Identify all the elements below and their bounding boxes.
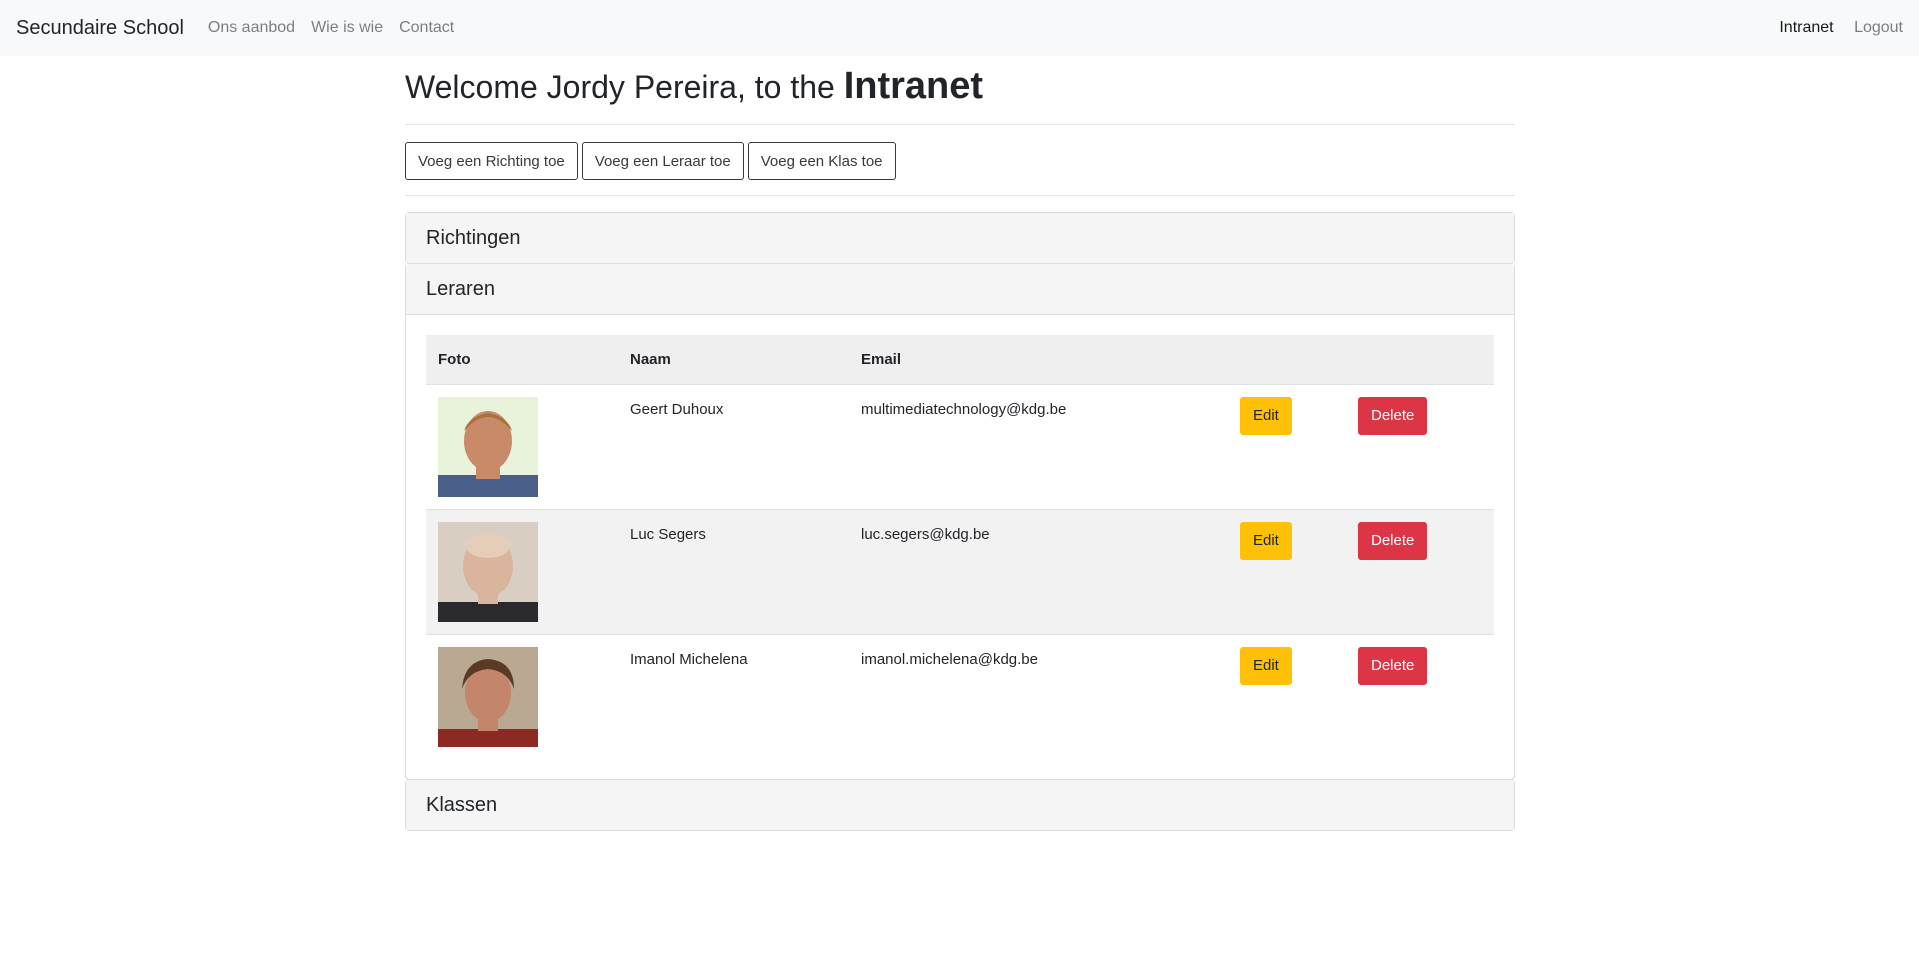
delete-button[interactable]: Delete [1358, 396, 1428, 435]
richtingen-panel: Richtingen [405, 212, 1515, 264]
welcome-text: Welcome Jordy Pereira, to the [405, 69, 844, 105]
add-richting-button[interactable]: Voeg een Richting toe [405, 142, 578, 180]
teacher-email: imanol.michelena@kdg.be [849, 633, 1228, 759]
brand-link[interactable]: Secundaire School [16, 17, 184, 40]
leraren-panel: Leraren Foto Naam Email Geert Duhoux mul… [405, 263, 1515, 780]
nav-contact[interactable]: Contact [399, 19, 454, 37]
edit-button[interactable]: Edit [1240, 396, 1292, 435]
top-navbar: Secundaire School Ons aanbod Wie is wie … [0, 0, 1919, 56]
main-container: Welcome Jordy Pereira, to the Intranet V… [405, 56, 1515, 831]
teacher-email: luc.segers@kdg.be [849, 508, 1228, 634]
richtingen-header[interactable]: Richtingen [406, 213, 1514, 263]
nav-intranet[interactable]: Intranet [1779, 19, 1833, 36]
table-row: Imanol Michelena imanol.michelena@kdg.be… [426, 633, 1494, 759]
add-klas-button[interactable]: Voeg een Klas toe [747, 142, 896, 180]
klassen-panel: Klassen [405, 779, 1515, 831]
teacher-name: Geert Duhoux [630, 400, 724, 418]
delete-button[interactable]: Delete [1358, 521, 1428, 560]
teacher-email: multimediatechnology@kdg.be [861, 400, 1067, 418]
teacher-photo [438, 396, 538, 497]
nav-ons-aanbod[interactable]: Ons aanbod [208, 19, 295, 37]
page-title: Welcome Jordy Pereira, to the Intranet [405, 62, 1515, 116]
teacher-name: Imanol Michelena [618, 633, 849, 759]
column-header-email: Email [849, 335, 1228, 385]
action-buttons: Voeg een Richting toe Voeg een Leraar to… [405, 125, 1515, 195]
nav-logout[interactable]: Logout [1854, 19, 1903, 36]
welcome-emphasis: Intranet [843, 65, 984, 107]
table-header-row: Foto Naam Email [426, 335, 1494, 385]
nav-wie-is-wie[interactable]: Wie is wie [311, 19, 383, 37]
add-leraar-button[interactable]: Voeg een Leraar toe [581, 142, 744, 180]
teacher-photo [438, 521, 538, 622]
column-header-naam: Naam [618, 335, 849, 385]
teacher-name: Luc Segers [618, 508, 849, 634]
teacher-photo [438, 646, 538, 747]
klassen-header[interactable]: Klassen [406, 780, 1514, 830]
leraren-header[interactable]: Leraren [406, 264, 1514, 314]
table-row: Geert Duhoux multimediatechnology@kdg.be… [426, 384, 1494, 509]
leraren-body: Foto Naam Email Geert Duhoux multimediat… [406, 314, 1514, 779]
edit-button[interactable]: Edit [1240, 646, 1292, 685]
delete-button[interactable]: Delete [1358, 646, 1428, 685]
table-row: Luc Segers luc.segers@kdg.be Edit Delete [426, 508, 1494, 634]
edit-button[interactable]: Edit [1240, 521, 1292, 560]
leraren-table: Foto Naam Email Geert Duhoux multimediat… [426, 335, 1494, 759]
divider [405, 195, 1515, 196]
column-header-foto: Foto [426, 335, 618, 385]
